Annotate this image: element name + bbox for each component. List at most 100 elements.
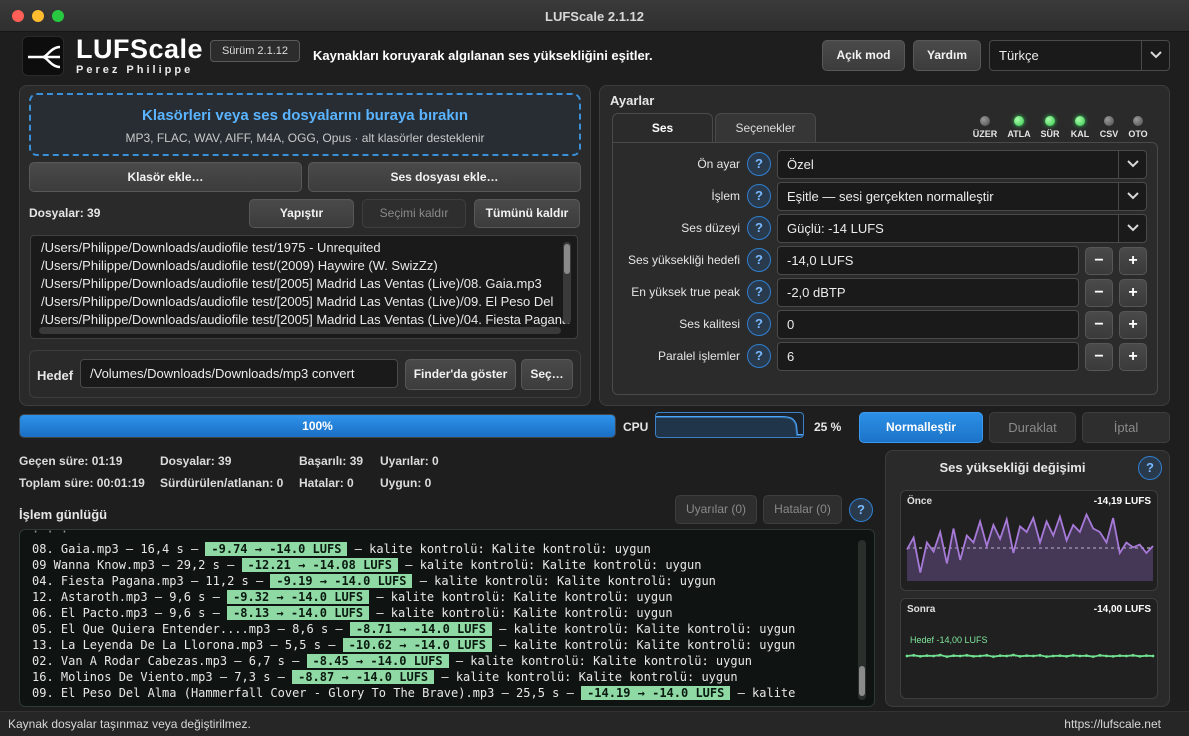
- true-peak-help-button[interactable]: ?: [747, 280, 771, 304]
- normalize-button[interactable]: Normalleştir: [859, 412, 983, 443]
- stat-errors: Hatalar: 0: [299, 476, 354, 490]
- remove-all-button[interactable]: Tümünü kaldır: [474, 199, 580, 228]
- after-svg-point: [1071, 653, 1075, 657]
- cancel-button[interactable]: İptal: [1082, 412, 1170, 443]
- after-chart-svg: [905, 653, 1155, 659]
- after-svg-point: [945, 655, 949, 659]
- loudness-help-button[interactable]: ?: [1138, 456, 1162, 480]
- quality-help-button[interactable]: ?: [747, 312, 771, 336]
- list-item[interactable]: /Users/Philippe/Downloads/audiofile test…: [41, 258, 438, 276]
- after-svg-point: [1151, 654, 1155, 658]
- led-csv-label: CSV: [1099, 129, 1119, 139]
- quality-increment-button[interactable]: +: [1119, 311, 1147, 339]
- log-errors-button[interactable]: Hatalar (0): [763, 495, 842, 524]
- stat-resumed: Sürdürülen/atlanan: 0: [160, 476, 284, 490]
- after-svg-point: [938, 653, 942, 657]
- level-select[interactable]: Güçlü: -14 LUFS: [777, 214, 1147, 243]
- status-bar: Kaynak dosyalar taşınmaz veya değiştiril…: [0, 711, 1189, 736]
- led-kal-icon: [1075, 116, 1085, 126]
- operation-help-button[interactable]: ?: [747, 184, 771, 208]
- log-scrollbar[interactable]: [858, 540, 866, 700]
- add-files-button[interactable]: Ses dosyası ekle…: [308, 162, 581, 192]
- parallel-field[interactable]: 6: [777, 342, 1079, 371]
- after-svg-point: [1085, 654, 1088, 658]
- file-list-horizontal-scrollbar[interactable]: [39, 327, 561, 334]
- remove-selected-button[interactable]: Seçimi kaldır: [362, 199, 466, 228]
- pause-button[interactable]: Duraklat: [989, 412, 1076, 443]
- true-peak-decrement-button[interactable]: −: [1085, 279, 1113, 307]
- quality-decrement-button[interactable]: −: [1085, 311, 1113, 339]
- log-line: 08. Gaia.mp3 — 16,4 s — -9.74 → -14.0 LU…: [32, 542, 651, 556]
- stat-total: Toplam süre: 00:01:19: [19, 476, 145, 490]
- after-svg-point: [972, 654, 975, 658]
- stat-elapsed: Geçen süre: 01:19: [19, 454, 123, 468]
- true-peak-increment-button[interactable]: +: [1119, 279, 1147, 307]
- target-lufs-label: Ses yüksekliği hedefi: [627, 253, 740, 267]
- after-svg-point: [1051, 654, 1055, 658]
- after-svg-point: [1078, 654, 1082, 658]
- after-svg-point: [932, 654, 935, 658]
- choose-target-button[interactable]: Seç…: [521, 359, 573, 390]
- log-warnings-button[interactable]: Uyarılar (0): [675, 495, 757, 524]
- window-title: LUFScale 2.1.12: [545, 9, 644, 24]
- light-mode-button[interactable]: Açık mod: [822, 40, 905, 71]
- parallel-decrement-button[interactable]: −: [1085, 343, 1113, 371]
- drop-zone[interactable]: Klasörleri veya ses dosyalarını buraya b…: [29, 93, 581, 156]
- list-item[interactable]: /Users/Philippe/Downloads/audiofile test…: [41, 276, 542, 294]
- parallel-help-button[interactable]: ?: [747, 344, 771, 368]
- after-svg-point: [1038, 653, 1042, 657]
- paste-button[interactable]: Yapıştır: [249, 199, 354, 228]
- add-folder-button[interactable]: Klasör ekle…: [29, 162, 302, 192]
- level-help-button[interactable]: ?: [747, 216, 771, 240]
- led-oto-icon: [1133, 116, 1143, 126]
- led-uzer-label: ÜZER: [972, 129, 998, 139]
- target-lufs-decrement-button[interactable]: −: [1085, 247, 1113, 275]
- show-in-finder-button[interactable]: Finder'da göster: [405, 359, 516, 390]
- log-line: 09 Wanna Know.mp3 — 29,2 s — -12.21 → -1…: [32, 558, 702, 572]
- tab-options[interactable]: Seçenekler: [715, 113, 816, 143]
- process-log[interactable]: · · · 08. Gaia.mp3 — 16,4 s — -9.74 → -1…: [19, 529, 875, 707]
- parallel-increment-button[interactable]: +: [1119, 343, 1147, 371]
- preset-select[interactable]: Özel: [777, 150, 1147, 179]
- file-list[interactable]: /Users/Philippe/Downloads/audiofile test…: [30, 235, 578, 339]
- after-svg-point: [1125, 654, 1128, 658]
- before-chart: Önce -14,19 LUFS: [900, 490, 1158, 591]
- drop-zone-title: Klasörleri veya ses dosyalarını buraya b…: [141, 107, 468, 124]
- operation-value: Eşitle — sesi gerçekten normalleştir: [787, 189, 994, 204]
- cpu-graph: [655, 412, 804, 438]
- after-svg-point: [1058, 654, 1062, 658]
- target-lufs-increment-button[interactable]: +: [1119, 247, 1147, 275]
- tab-ses[interactable]: Ses: [612, 113, 713, 143]
- log-help-button[interactable]: ?: [849, 498, 873, 522]
- parallel-label: Paralel işlemler: [657, 349, 740, 363]
- status-left-text: Kaynak dosyalar taşınmaz veya değiştiril…: [8, 717, 251, 731]
- progress-bar: 100%: [19, 414, 616, 438]
- preset-label: Ön ayar: [697, 157, 740, 171]
- after-svg-point: [985, 653, 989, 657]
- status-website-link[interactable]: https://lufscale.net: [1064, 717, 1161, 731]
- target-lufs-help-button[interactable]: ?: [747, 248, 771, 272]
- target-lufs-field[interactable]: -14,0 LUFS: [777, 246, 1079, 275]
- after-svg-point: [978, 654, 982, 658]
- after-svg-point: [1144, 654, 1148, 658]
- after-svg-point: [1105, 654, 1108, 658]
- quality-field[interactable]: 0: [777, 310, 1079, 339]
- cpu-value: 25 %: [814, 420, 842, 434]
- after-svg-point: [1011, 653, 1015, 657]
- quality-label: Ses kalitesi: [679, 317, 740, 331]
- help-button[interactable]: Yardım: [913, 40, 981, 71]
- operation-label: İşlem: [711, 189, 740, 203]
- after-svg-point: [1091, 655, 1095, 659]
- operation-select[interactable]: Eşitle — sesi gerçekten normalleştir: [777, 182, 1147, 211]
- stat-files: Dosyalar: 39: [160, 454, 232, 468]
- target-path-field[interactable]: /Volumes/Downloads/Downloads/mp3 convert: [80, 359, 398, 388]
- progress-text: 100%: [302, 419, 333, 433]
- language-select[interactable]: Türkçe: [989, 40, 1170, 71]
- file-list-vertical-scrollbar[interactable]: [563, 242, 571, 324]
- list-item[interactable]: /Users/Philippe/Downloads/audiofile test…: [41, 294, 553, 312]
- tagline: Kaynakları koruyarak algılanan ses yükse…: [313, 48, 653, 63]
- list-item[interactable]: /Users/Philippe/Downloads/audiofile test…: [41, 240, 381, 258]
- led-kal-label: KAL: [1070, 129, 1090, 139]
- true-peak-field[interactable]: -2,0 dBTP: [777, 278, 1079, 307]
- preset-help-button[interactable]: ?: [747, 152, 771, 176]
